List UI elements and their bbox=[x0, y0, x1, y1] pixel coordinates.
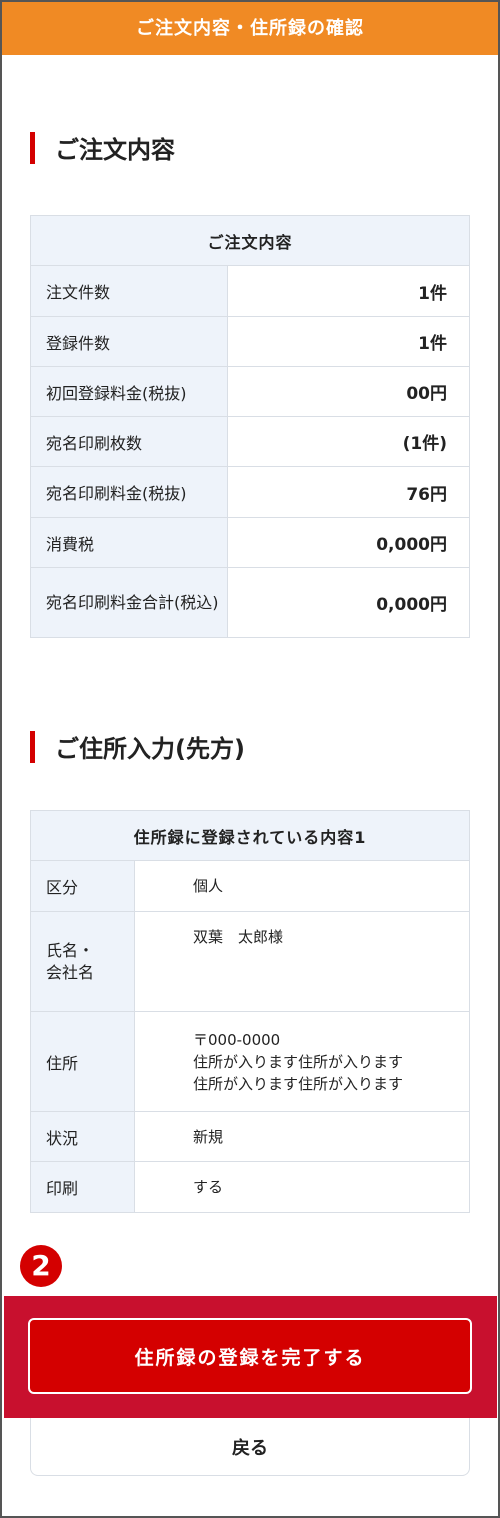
order-section-title: ご注文内容 bbox=[30, 130, 175, 165]
row-value-print-fee: 76円 bbox=[227, 466, 470, 518]
row-label-status: 状況 bbox=[30, 1111, 135, 1162]
row-value-address: 〒000-0000 住所が入ります住所が入ります 住所が入ります住所が入ります bbox=[134, 1011, 470, 1112]
order-table-header: ご注文内容 bbox=[30, 215, 470, 266]
table-row: 宛名印刷枚数 (1件) bbox=[30, 416, 470, 467]
address-section-heading: ご住所入力(先方) bbox=[55, 735, 245, 763]
row-label-print-fee: 宛名印刷料金(税抜) bbox=[30, 466, 228, 518]
row-label-print: 印刷 bbox=[30, 1161, 135, 1213]
order-section-heading: ご注文内容 bbox=[55, 136, 175, 164]
row-value-category: 個人 bbox=[134, 860, 470, 912]
row-label-registration-count: 登録件数 bbox=[30, 316, 228, 367]
section-accent-bar bbox=[30, 131, 35, 164]
table-row: 区分 個人 bbox=[30, 860, 470, 912]
table-row: 宛名印刷料金合計(税込) 0,000円 bbox=[30, 567, 470, 638]
table-row: 氏名・ 会社名 双葉 太郎様 bbox=[30, 911, 470, 1012]
row-value-status: 新規 bbox=[134, 1111, 470, 1162]
table-row: 宛名印刷料金(税抜) 76円 bbox=[30, 466, 470, 518]
order-summary-table: ご注文内容 注文件数 1件 登録件数 1件 初回登録料金(税抜) 00円 宛名印… bbox=[30, 215, 470, 638]
row-value-print: する bbox=[134, 1161, 470, 1213]
back-button[interactable]: 戻る bbox=[30, 1418, 470, 1476]
row-value-initial-fee: 00円 bbox=[227, 366, 470, 417]
table-row: 印刷 する bbox=[30, 1161, 470, 1213]
address-table: 住所録に登録されている内容1 区分 個人 氏名・ 会社名 双葉 太郎様 住所 〒… bbox=[30, 810, 470, 1213]
step-number-badge: 2 bbox=[20, 1245, 62, 1287]
row-label-print-total: 宛名印刷料金合計(税込) bbox=[30, 567, 228, 638]
row-value-name: 双葉 太郎様 bbox=[134, 911, 470, 1012]
table-row: 状況 新規 bbox=[30, 1111, 470, 1162]
row-value-consumption-tax: 0,000円 bbox=[227, 517, 470, 568]
table-row: 初回登録料金(税抜) 00円 bbox=[30, 366, 470, 417]
row-label-order-count: 注文件数 bbox=[30, 265, 228, 317]
section-accent-bar bbox=[30, 730, 35, 763]
address-table-header: 住所録に登録されている内容1 bbox=[30, 810, 470, 861]
table-row: 登録件数 1件 bbox=[30, 316, 470, 367]
page-header-title: ご注文内容・住所録の確認 bbox=[2, 2, 498, 55]
complete-registration-button[interactable]: 住所録の登録を完了する bbox=[28, 1318, 472, 1394]
row-value-print-sheets: (1件) bbox=[227, 416, 470, 467]
row-label-category: 区分 bbox=[30, 860, 135, 912]
row-label-consumption-tax: 消費税 bbox=[30, 517, 228, 568]
address-section-title: ご住所入力(先方) bbox=[30, 729, 245, 764]
table-row: 消費税 0,000円 bbox=[30, 517, 470, 568]
row-label-print-sheets: 宛名印刷枚数 bbox=[30, 416, 228, 467]
row-label-address: 住所 bbox=[30, 1011, 135, 1112]
table-row: 住所 〒000-0000 住所が入ります住所が入ります 住所が入ります住所が入り… bbox=[30, 1011, 470, 1112]
row-value-print-total: 0,000円 bbox=[227, 567, 470, 638]
table-row: 注文件数 1件 bbox=[30, 265, 470, 317]
row-label-initial-fee: 初回登録料金(税抜) bbox=[30, 366, 228, 417]
row-value-registration-count: 1件 bbox=[227, 316, 470, 367]
row-label-name: 氏名・ 会社名 bbox=[30, 911, 135, 1012]
row-value-order-count: 1件 bbox=[227, 265, 470, 317]
